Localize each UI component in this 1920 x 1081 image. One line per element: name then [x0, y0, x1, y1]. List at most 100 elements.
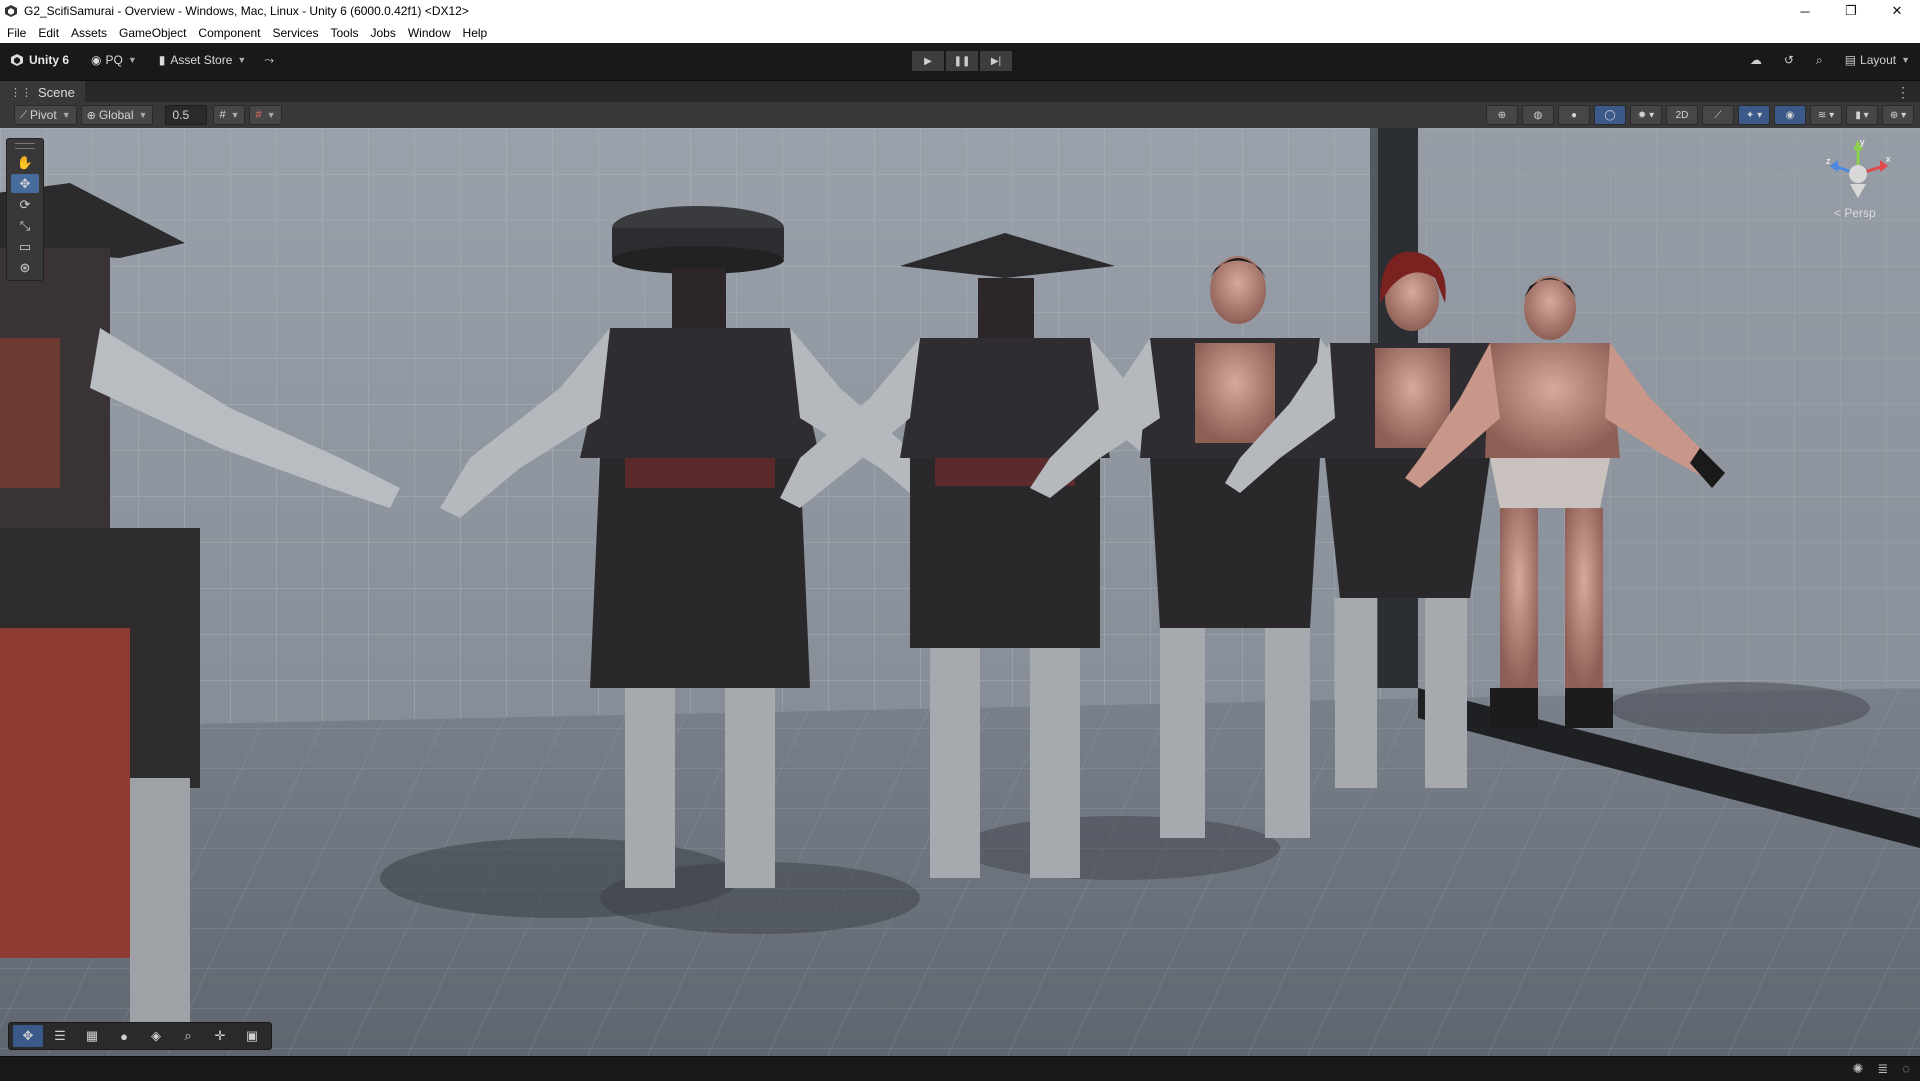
chevron-down-icon: ▼ [266, 110, 276, 120]
main-toolbar: Unity 6 ◉ PQ ▼ ▮ Asset Store ▼ ⤳ ▶ ❚❚ ▶|… [0, 43, 1920, 77]
more-options-icon[interactable]: ⋮ [1896, 84, 1910, 101]
account-dropdown[interactable]: ◉ PQ ▼ [91, 53, 137, 67]
unity-version-label: Unity 6 [29, 53, 70, 67]
menu-file[interactable]: File [0, 26, 32, 40]
pivot-icon: ⟋ [20, 109, 27, 121]
asset-store-dropdown[interactable]: ▮ Asset Store ▼ [159, 53, 247, 67]
chevron-down-icon: ▼ [1901, 55, 1910, 65]
maximize-button[interactable]: ❐ [1828, 0, 1874, 22]
window-title: G2_ScifiSamurai - Overview - Windows, Ma… [24, 4, 469, 18]
hand-tool-icon[interactable]: ✋ [11, 153, 39, 172]
version-control-icon: ⤳ [264, 52, 274, 67]
cloud-icon[interactable]: ☁ [1750, 53, 1762, 67]
check-circle-icon[interactable]: ◌ [1902, 1061, 1910, 1077]
grid-snap-dropdown[interactable]: # ▼ [213, 105, 246, 125]
undo-history-icon[interactable]: ↺ [1784, 53, 1794, 67]
play-button[interactable]: ▶ [912, 51, 944, 71]
snap-grid-icon: # [255, 109, 262, 121]
chevron-down-icon: ▼ [61, 110, 71, 120]
gizmo-x-label: x [1886, 154, 1891, 164]
unity-account-menu[interactable]: Unity 6 [10, 53, 69, 67]
scene-toolbar: ⟋ Pivot ▼ ⊕ Global ▼ 0.5 # ▼ # ▼ ⊕ ◍ ● ◯… [0, 102, 1920, 129]
status-icons: ✺ ≣ ◌ [1852, 1061, 1910, 1077]
orientation-gizmo[interactable]: y z x < Persp [1820, 136, 1896, 226]
scene-viewport[interactable]: ✋ ✥ ⟳ ⤡ ▭ ⊛ y z x < Persp ✥ ☰ ▦ ● ◈ ⌕ ✛ [0, 128, 1920, 1056]
rect-tool-icon[interactable]: ▭ [11, 237, 39, 256]
scene-view-options: ⊕ ◍ ● ◯ ✸ ▾ 2D ⟋ ✦ ▾ ◉ ≋ ▾ ▮ ▾ ⊕ ▾ [1486, 105, 1914, 125]
layers-overlay-icon[interactable]: ◈ [141, 1025, 171, 1047]
snap-increment-field[interactable]: 0.5 [165, 105, 208, 125]
pause-button[interactable]: ❚❚ [946, 51, 978, 71]
move-tool-icon[interactable]: ✥ [11, 174, 39, 193]
toolbar-right: ☁ ↺ ⌕ ▤ Layout ▼ [1750, 43, 1910, 77]
camera-dropdown[interactable]: ▮ ▾ [1846, 105, 1878, 125]
sphere-overlay-icon[interactable]: ● [109, 1025, 139, 1047]
align-overlay-icon[interactable]: ☰ [45, 1025, 75, 1047]
bug-icon[interactable]: ✺ [1852, 1061, 1863, 1077]
layers-dropdown[interactable]: ≋ ▾ [1810, 105, 1842, 125]
database-icon[interactable]: ≣ [1877, 1061, 1888, 1077]
tab-scene-label: Scene [38, 84, 75, 100]
tab-scene[interactable]: ⋮⋮ Scene [0, 81, 85, 103]
gizmos-dropdown[interactable]: ⊕ ▾ [1882, 105, 1914, 125]
toggle-2d-button[interactable]: 2D [1666, 105, 1698, 125]
scene-tab-bar: ⋮⋮ Scene ⋮ [0, 80, 1920, 103]
layout-icon: ▤ [1844, 53, 1857, 67]
status-bar: ✺ ≣ ◌ [0, 1056, 1920, 1081]
chevron-down-icon: ▼ [230, 110, 240, 120]
menu-gameobject[interactable]: GameObject [113, 26, 192, 40]
menu-jobs[interactable]: Jobs [364, 26, 401, 40]
scale-tool-icon[interactable]: ⤡ [11, 216, 39, 235]
pivot-dropdown[interactable]: ⟋ Pivot ▼ [14, 105, 77, 125]
menu-window[interactable]: Window [402, 26, 457, 40]
rendering-debug-icon[interactable]: ◯ [1594, 105, 1626, 125]
global-label: Global [98, 108, 134, 122]
menu-services[interactable]: Services [266, 26, 324, 40]
scene-render [0, 128, 1920, 1056]
menu-bar: File Edit Assets GameObject Component Se… [0, 22, 1920, 44]
account-label: PQ [105, 53, 123, 67]
global-dropdown[interactable]: ⊕ Global ▼ [80, 105, 154, 125]
tool-palette: ✋ ✥ ⟳ ⤡ ▭ ⊛ [6, 138, 44, 281]
tool-palette-grip[interactable] [15, 143, 35, 149]
wireframe-shading-icon[interactable]: ⊕ [1486, 105, 1518, 125]
menu-help[interactable]: Help [457, 26, 494, 40]
persp-label[interactable]: < Persp [1834, 206, 1876, 220]
audio-toggle-icon[interactable]: ⟋ [1702, 105, 1734, 125]
increment-snap-dropdown[interactable]: # ▼ [249, 105, 282, 125]
snap-overlay-icon[interactable]: ✛ [205, 1025, 235, 1047]
search-icon[interactable]: ⌕ [1816, 53, 1823, 68]
effects-dropdown[interactable]: ✦ ▾ [1738, 105, 1770, 125]
rotate-tool-icon[interactable]: ⟳ [11, 195, 39, 214]
menu-edit[interactable]: Edit [32, 26, 65, 40]
unity-logo-icon [5, 5, 17, 17]
gizmo-z-label: z [1826, 156, 1831, 166]
menu-tools[interactable]: Tools [324, 26, 364, 40]
version-control-button[interactable]: ⤳ [264, 53, 274, 68]
camera-overlay-icon[interactable]: ▣ [237, 1025, 267, 1047]
menu-assets[interactable]: Assets [65, 26, 113, 40]
axis-gizmo-icon: y z x [1826, 137, 1891, 198]
window-controls: ─ ❐ ✕ [1782, 0, 1920, 22]
move-overlay-icon[interactable]: ✥ [13, 1025, 43, 1047]
store-bag-icon: ▮ [158, 53, 166, 67]
layout-dropdown[interactable]: ▤ Layout ▼ [1845, 53, 1910, 67]
menu-component[interactable]: Component [192, 26, 266, 40]
transform-tool-icon[interactable]: ⊛ [11, 258, 39, 277]
layout-label: Layout [1860, 53, 1897, 67]
step-button[interactable]: ▶| [980, 51, 1012, 71]
chevron-down-icon: ▼ [138, 110, 148, 120]
lighting-dropdown[interactable]: ✸ ▾ [1630, 105, 1662, 125]
zoom-overlay-icon[interactable]: ⌕ [173, 1025, 203, 1047]
play-controls: ▶ ❚❚ ▶| [912, 51, 1012, 71]
account-icon: ◉ [91, 53, 102, 67]
shaded-wireframe-icon[interactable]: ◍ [1522, 105, 1554, 125]
pivot-label: Pivot [30, 108, 57, 122]
grid-overlay-icon[interactable]: ▦ [77, 1025, 107, 1047]
chevron-down-icon: ▼ [237, 55, 247, 65]
shaded-mode-icon[interactable]: ● [1558, 105, 1590, 125]
visibility-icon[interactable]: ◉ [1774, 105, 1806, 125]
scene-grid-icon: ⋮⋮ [10, 86, 32, 99]
minimize-button[interactable]: ─ [1782, 0, 1828, 22]
close-button[interactable]: ✕ [1874, 0, 1920, 22]
